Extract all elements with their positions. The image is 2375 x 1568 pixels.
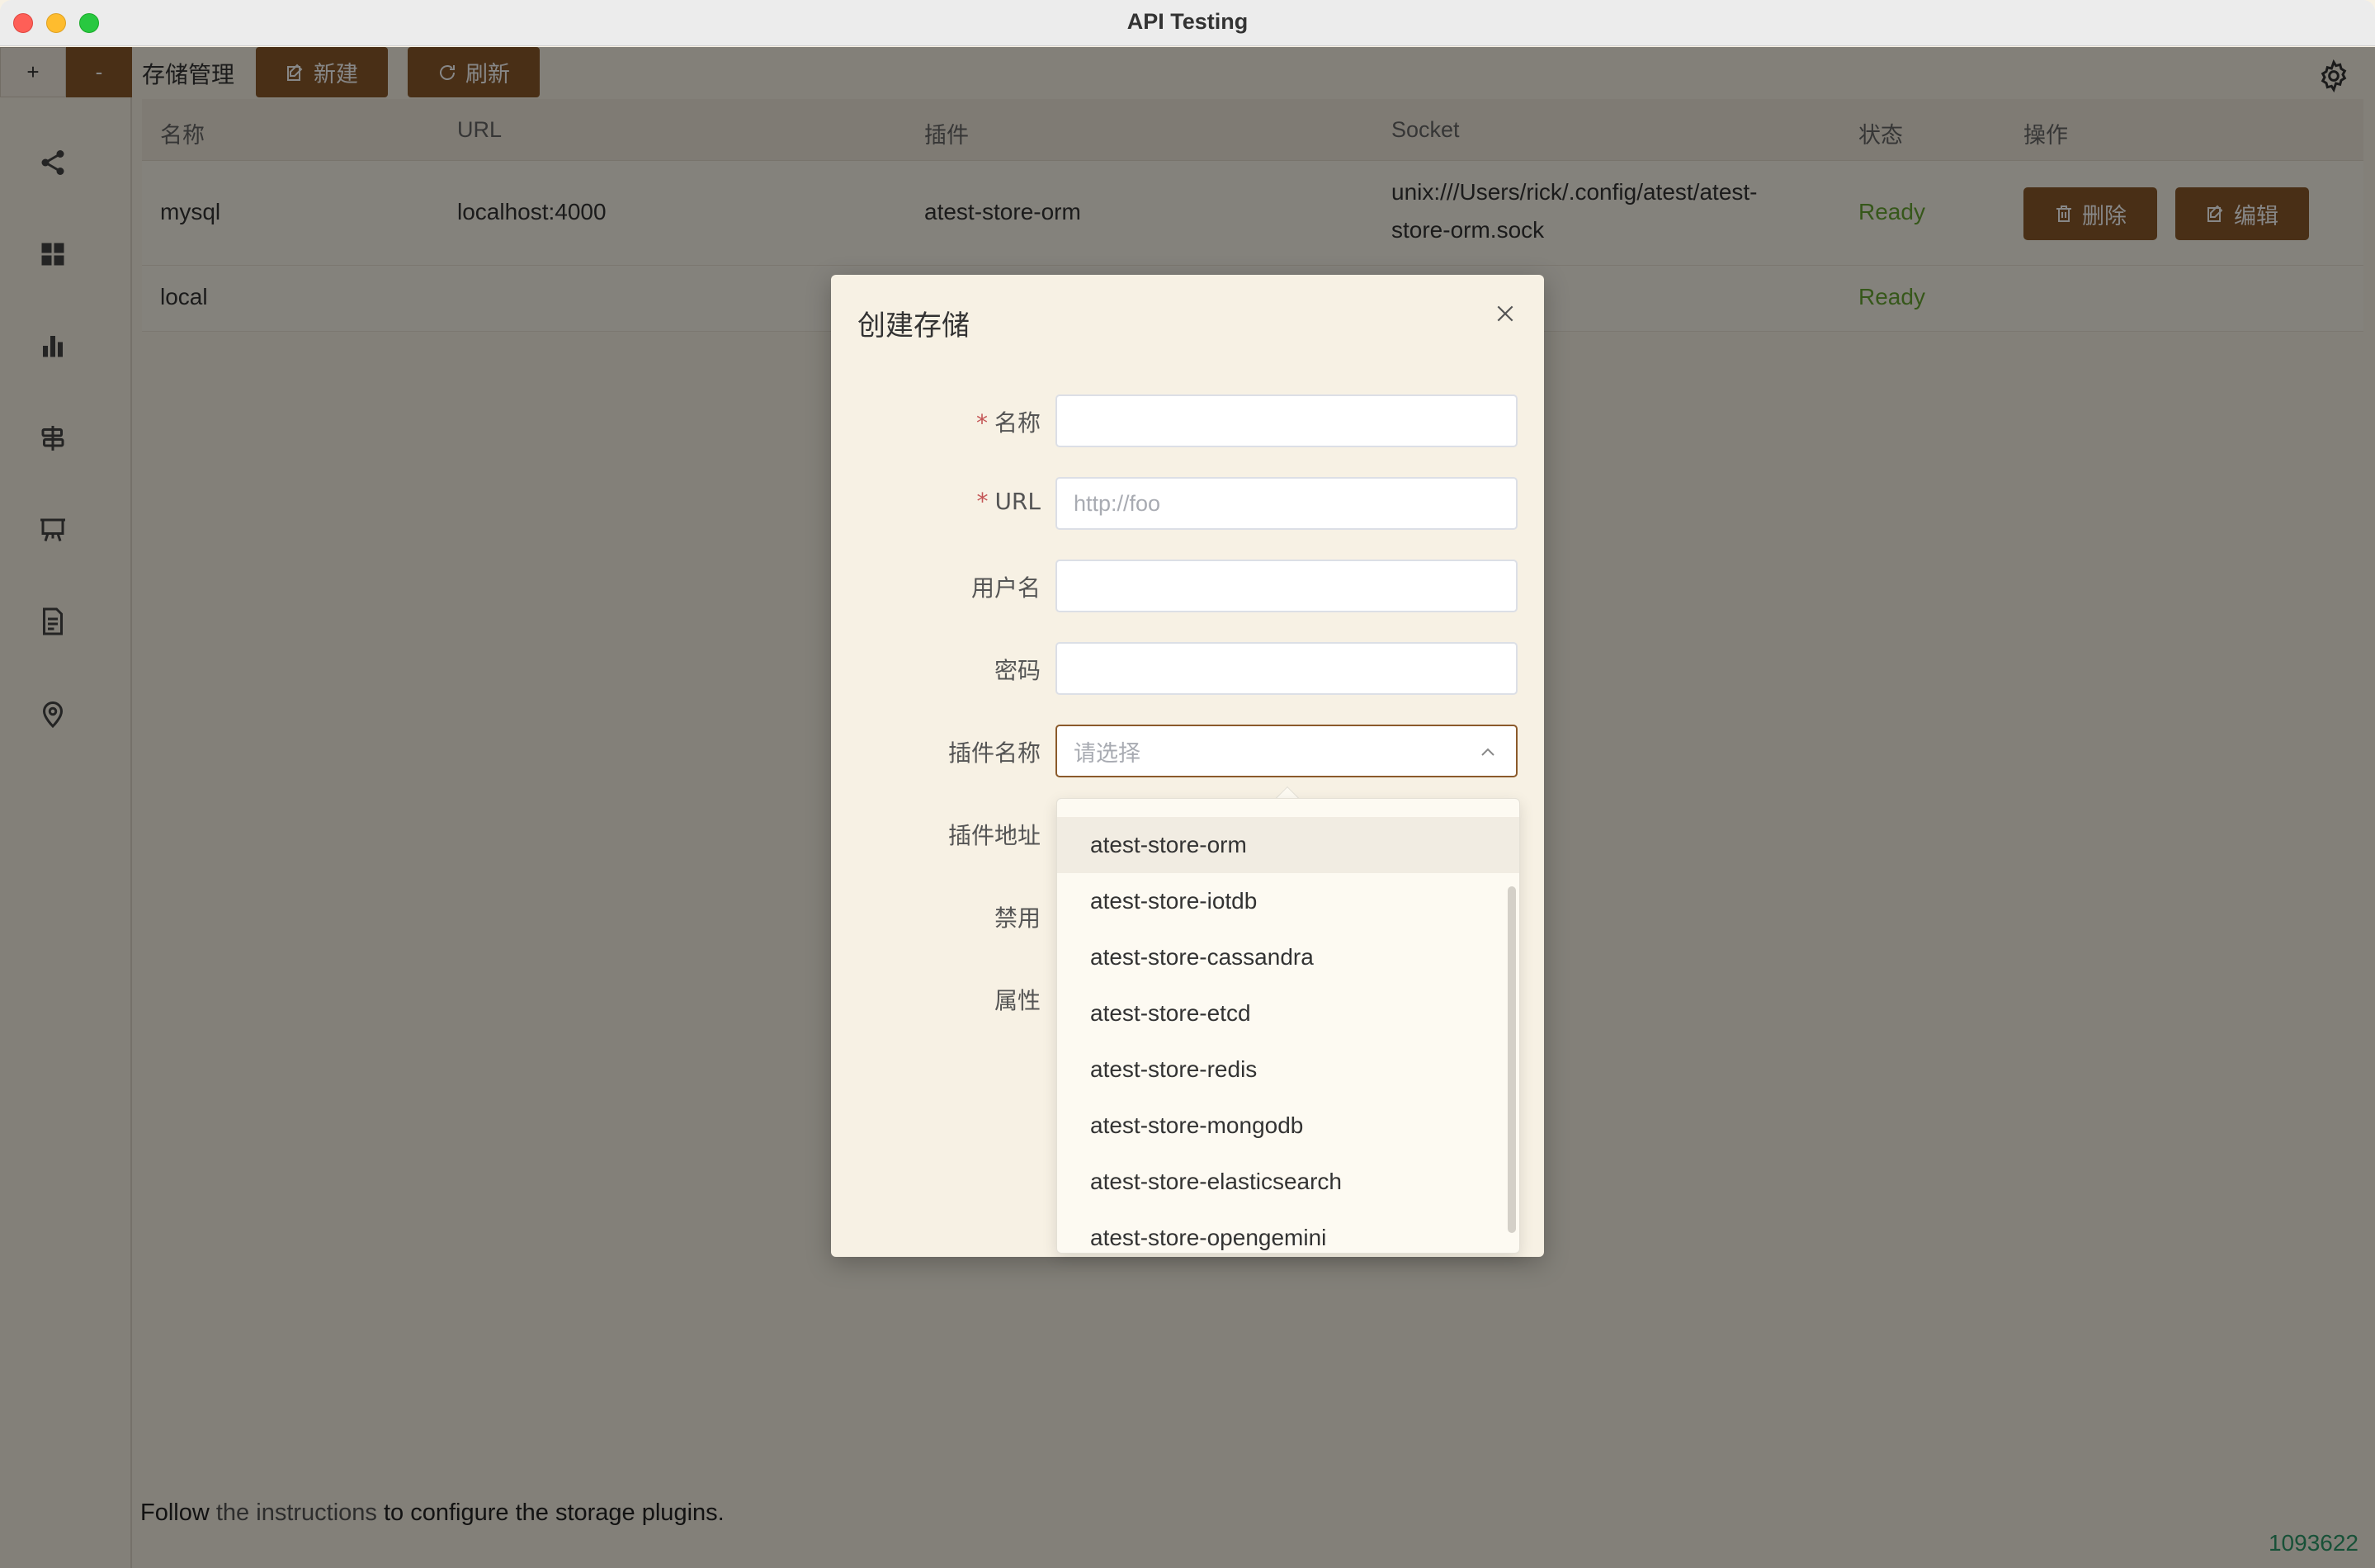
chevron-up-icon bbox=[1481, 748, 1494, 756]
url-label-text: URL bbox=[994, 488, 1041, 515]
dropdown-option[interactable]: atest-store-elasticsearch bbox=[1057, 1154, 1519, 1210]
username-label: 用户名 bbox=[970, 574, 1041, 602]
name-field[interactable] bbox=[1055, 394, 1518, 447]
required-mark: * bbox=[975, 409, 988, 437]
window-titlebar: API Testing bbox=[0, 0, 2375, 46]
plugin-name-label: 插件名称 bbox=[947, 739, 1041, 767]
name-label-text: 名称 bbox=[994, 409, 1041, 437]
window-title: API Testing bbox=[1126, 9, 1249, 34]
plugin-name-placeholder: 请选择 bbox=[1074, 740, 1140, 766]
plugin-address-label: 插件地址 bbox=[947, 822, 1041, 849]
close-icon bbox=[1497, 305, 1513, 322]
disabled-label: 禁用 bbox=[994, 904, 1041, 932]
dialog-close-button[interactable] bbox=[1491, 300, 1519, 328]
name-label: * 名称 bbox=[793, 405, 1041, 438]
properties-label: 属性 bbox=[994, 987, 1041, 1014]
username-field[interactable] bbox=[1055, 560, 1518, 612]
dropdown-option[interactable]: atest-store-redis bbox=[1057, 1041, 1519, 1098]
plugin-name-select[interactable]: 请选择 bbox=[1055, 725, 1518, 777]
url-label: * URL bbox=[793, 488, 1041, 515]
password-label: 密码 bbox=[994, 657, 1041, 684]
required-mark: * bbox=[976, 488, 989, 515]
plugin-dropdown: atest-store-orm atest-store-iotdb atest-… bbox=[1056, 798, 1520, 1254]
dropdown-option[interactable]: atest-store-mongodb bbox=[1057, 1098, 1519, 1154]
dropdown-option[interactable]: atest-store-iotdb bbox=[1057, 873, 1519, 929]
url-field[interactable]: http://foo bbox=[1055, 477, 1518, 530]
password-field[interactable] bbox=[1055, 642, 1518, 695]
dropdown-option[interactable]: atest-store-orm bbox=[1057, 817, 1519, 873]
dropdown-scrollbar[interactable] bbox=[1508, 886, 1516, 1233]
dialog-title: 创建存储 bbox=[857, 309, 970, 342]
dropdown-option[interactable]: atest-store-etcd bbox=[1057, 985, 1519, 1041]
dropdown-option[interactable]: atest-store-cassandra bbox=[1057, 929, 1519, 985]
dropdown-option[interactable]: atest-store-opengemini bbox=[1057, 1210, 1519, 1253]
